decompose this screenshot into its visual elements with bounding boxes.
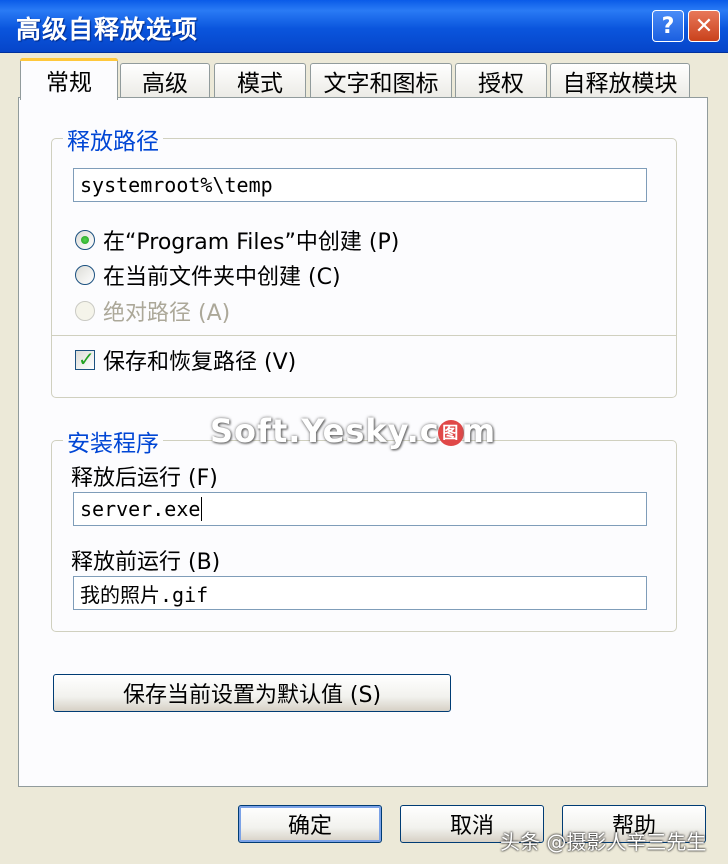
window-title: 高级自释放选项: [16, 15, 199, 44]
run-after-value: server.exe: [80, 497, 201, 521]
radio-current-folder-label[interactable]: 在当前文件夹中创建 (C): [103, 259, 341, 291]
ok-label: 确定: [287, 814, 332, 839]
run-after-label: 释放后运行 (F): [71, 466, 218, 491]
tab-label: 文字和图标: [323, 70, 439, 97]
tab-advanced[interactable]: 高级: [120, 63, 210, 97]
setup-program-legend: 安装程序: [63, 424, 163, 458]
watermark-text: Soft.Yesky.c: [210, 412, 440, 450]
watermark: Soft.Yesky.c 图m: [210, 412, 496, 450]
radio-absolute-path-label: 绝对路径 (A): [103, 301, 231, 326]
help-title-button[interactable]: ?: [652, 10, 684, 42]
save-as-default-button[interactable]: 保存当前设置为默认值 (S): [53, 674, 451, 712]
tab-license[interactable]: 授权: [455, 63, 547, 97]
tab-general[interactable]: 常规: [20, 58, 118, 100]
release-path-legend: 释放路径: [63, 122, 163, 156]
tab-text-and-icon[interactable]: 文字和图标: [310, 63, 452, 97]
group-divider: [51, 335, 677, 336]
text-caret: [201, 497, 203, 521]
watermark-text-tail: m: [461, 412, 497, 450]
cancel-label: 取消: [449, 814, 494, 839]
save-restore-path-label[interactable]: 保存和恢复路径 (V): [103, 344, 296, 376]
release-path-input[interactable]: systemroot%\temp: [73, 168, 647, 202]
tab-label: 授权: [478, 70, 524, 97]
ok-button[interactable]: 确定: [238, 805, 382, 843]
save-restore-path-checkbox[interactable]: ✓: [75, 347, 95, 371]
close-icon: ✕: [694, 13, 714, 39]
tab-sfx-module[interactable]: 自释放模块: [550, 63, 690, 97]
run-before-input[interactable]: 我的照片.gif: [73, 576, 647, 610]
tab-mode[interactable]: 模式: [214, 63, 306, 97]
question-icon: ?: [661, 13, 675, 39]
close-button[interactable]: ✕: [688, 10, 720, 42]
release-path-value: systemroot%\temp: [80, 173, 273, 197]
radio-program-files-label[interactable]: 在“Program Files”中创建 (P): [103, 224, 399, 256]
tab-label: 高级: [142, 70, 188, 97]
save-as-default-label: 保存当前设置为默认值 (S): [122, 683, 382, 708]
radio-program-files[interactable]: [75, 230, 95, 250]
title-bar[interactable]: 高级自释放选项 ? ✕: [0, 0, 728, 53]
tab-label: 模式: [237, 70, 283, 97]
check-icon: ✓: [78, 347, 95, 371]
watermark-logo-icon: 图: [437, 420, 464, 446]
radio-absolute-path: [75, 301, 95, 321]
run-before-value: 我的照片.gif: [80, 582, 209, 607]
tab-label: 常规: [46, 69, 92, 96]
tab-label: 自释放模块: [562, 70, 678, 97]
radio-current-folder[interactable]: [75, 265, 95, 285]
run-before-label: 释放前运行 (B): [71, 550, 221, 575]
credit-text: 头条 @摄影人辛三先生: [500, 830, 707, 854]
run-after-input[interactable]: server.exe: [73, 492, 647, 526]
